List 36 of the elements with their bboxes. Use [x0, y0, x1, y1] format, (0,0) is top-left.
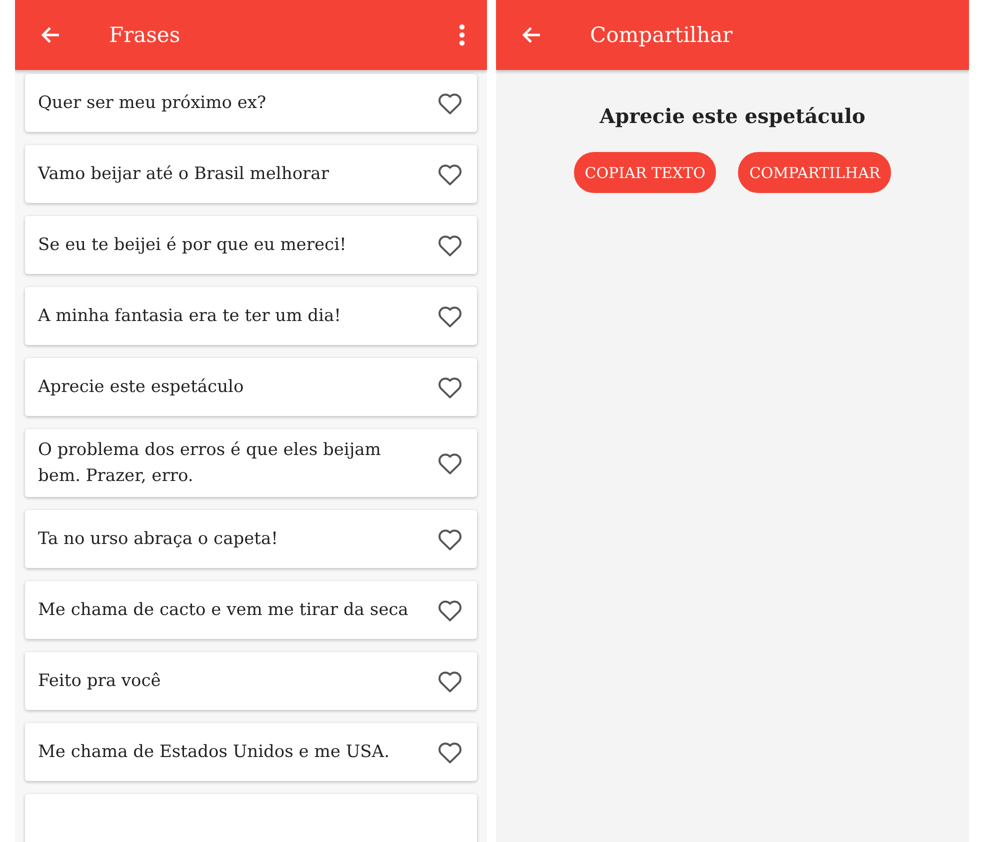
- action-button[interactable]: COMPARTILHAR: [738, 152, 892, 193]
- heart-icon[interactable]: [437, 233, 463, 257]
- action-button[interactable]: COPIAR TEXTO: [574, 152, 716, 193]
- heart-icon[interactable]: [437, 669, 463, 693]
- more-menu-icon[interactable]: [459, 23, 465, 47]
- heart-icon[interactable]: [437, 91, 463, 115]
- phrase-text: Aprecie este espetáculo: [38, 376, 245, 399]
- screen-title: Frases: [109, 23, 182, 47]
- phrase-card[interactable]: Se eu te beijei é por que eu mereci!: [25, 216, 477, 274]
- heart-icon[interactable]: [437, 162, 463, 186]
- heart-icon[interactable]: [437, 451, 463, 475]
- heart-icon[interactable]: [437, 375, 463, 399]
- phrase-card[interactable]: Feito pra você: [25, 652, 477, 710]
- phrase-text: Ta no urso abraça o capeta!: [38, 528, 279, 551]
- phrase-text: Vamo beijar até o Brasil melhorar: [38, 163, 330, 186]
- phrase-card[interactable]: Quer ser meu próximo ex?: [25, 74, 477, 132]
- phrase-text: Quer ser meu próximo ex?: [38, 92, 268, 115]
- screen-title: Compartilhar: [590, 23, 734, 47]
- phrase-text: Me chama de cacto e vem me tirar da seca: [38, 599, 410, 622]
- phrase-card[interactable]: Me chama de cacto e vem me tirar da seca: [25, 581, 477, 639]
- phrase-text: A minha fantasia era te ter um dia!: [38, 305, 342, 328]
- phrase-card[interactable]: Ta no urso abraça o capeta!: [25, 510, 477, 568]
- heart-icon[interactable]: [437, 740, 463, 764]
- phrase-heading: Aprecie este espetáculo: [600, 104, 866, 128]
- heart-icon[interactable]: [437, 598, 463, 622]
- phrase-card[interactable]: Aprecie este espetáculo: [25, 358, 477, 416]
- phrase-card[interactable]: Me chama de Estados Unidos e me USA.: [25, 723, 477, 781]
- heart-icon[interactable]: [437, 304, 463, 328]
- phrase-card[interactable]: Vamo beijar até o Brasil melhorar: [25, 145, 477, 203]
- phrase-card[interactable]: A minha fantasia era te ter um dia!: [25, 287, 477, 345]
- phrase-text: O problema dos erros é que eles beijam bem. Prazer, erro.: [38, 439, 382, 488]
- phrase-card[interactable]: O problema dos erros é que eles beijam bem. Prazer, erro.: [25, 429, 477, 497]
- phrase-text: Me chama de Estados Unidos e me USA.: [38, 741, 390, 764]
- heart-icon[interactable]: [437, 527, 463, 551]
- phrase-text: Se eu te beijei é por que eu mereci!: [38, 234, 348, 257]
- phrase-text: Feito pra você: [38, 670, 162, 693]
